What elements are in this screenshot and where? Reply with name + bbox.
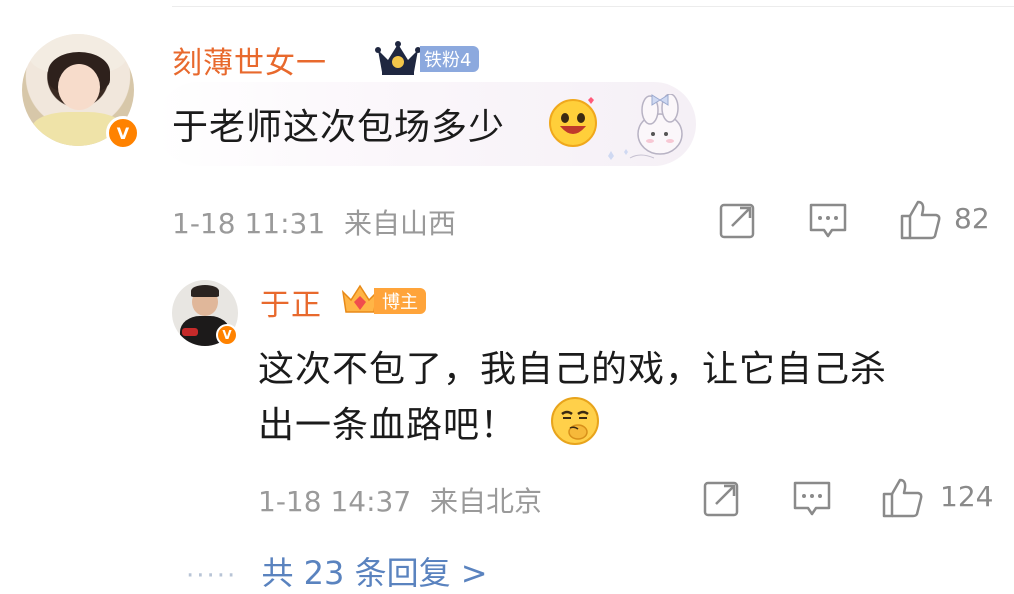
reply-location: 来自北京 — [430, 485, 543, 518]
thumbs-up-icon[interactable] — [898, 198, 942, 242]
comment-location: 来自山西 — [344, 207, 457, 240]
comment-icon[interactable] — [808, 200, 848, 240]
reply-time: 1-18 14:37 — [258, 485, 412, 518]
verified-badge-icon: V — [106, 116, 140, 150]
avatar-face — [58, 64, 100, 110]
comment-like-count: 82 — [954, 202, 990, 235]
avatar-hair — [191, 285, 219, 297]
comment-text: 于老师这次包场多少 — [172, 107, 506, 148]
crown-icon — [375, 41, 421, 75]
bunny-sticker-icon — [608, 94, 683, 160]
reply-username[interactable]: 于正 — [260, 280, 322, 324]
top-divider — [172, 6, 1014, 7]
reply-text-line2: 出一条血路吧！ — [258, 405, 518, 446]
repost-icon[interactable] — [718, 200, 758, 240]
smirk-emoji-icon — [551, 397, 599, 445]
reply-meta: 1-18 14:37 来自北京 — [258, 480, 542, 520]
more-replies-label[interactable]: 共 23 条回复 > — [262, 554, 488, 592]
repost-icon[interactable] — [702, 478, 742, 518]
comment-username[interactable]: 刻薄世女一 — [172, 38, 327, 82]
more-replies-dots: ····· — [186, 561, 238, 591]
reply-text-line1: 这次不包了，我自己的戏，让它自己杀 — [258, 349, 888, 390]
host-badge: 博主 — [374, 288, 426, 314]
avatar-red-item — [182, 328, 198, 336]
comment-time: 1-18 11:31 — [172, 207, 326, 240]
fan-level-badge: 铁粉4 — [420, 46, 480, 72]
thumbs-up-icon[interactable] — [880, 476, 924, 520]
comment-icon[interactable] — [792, 478, 832, 518]
grinning-emoji-icon — [549, 97, 597, 147]
verified-badge-icon: V — [216, 324, 238, 346]
reply-like-count: 124 — [940, 480, 994, 513]
comment-meta: 1-18 11:31 来自山西 — [172, 202, 456, 242]
more-replies-link[interactable]: ····· 共 23 条回复 > — [186, 548, 488, 594]
